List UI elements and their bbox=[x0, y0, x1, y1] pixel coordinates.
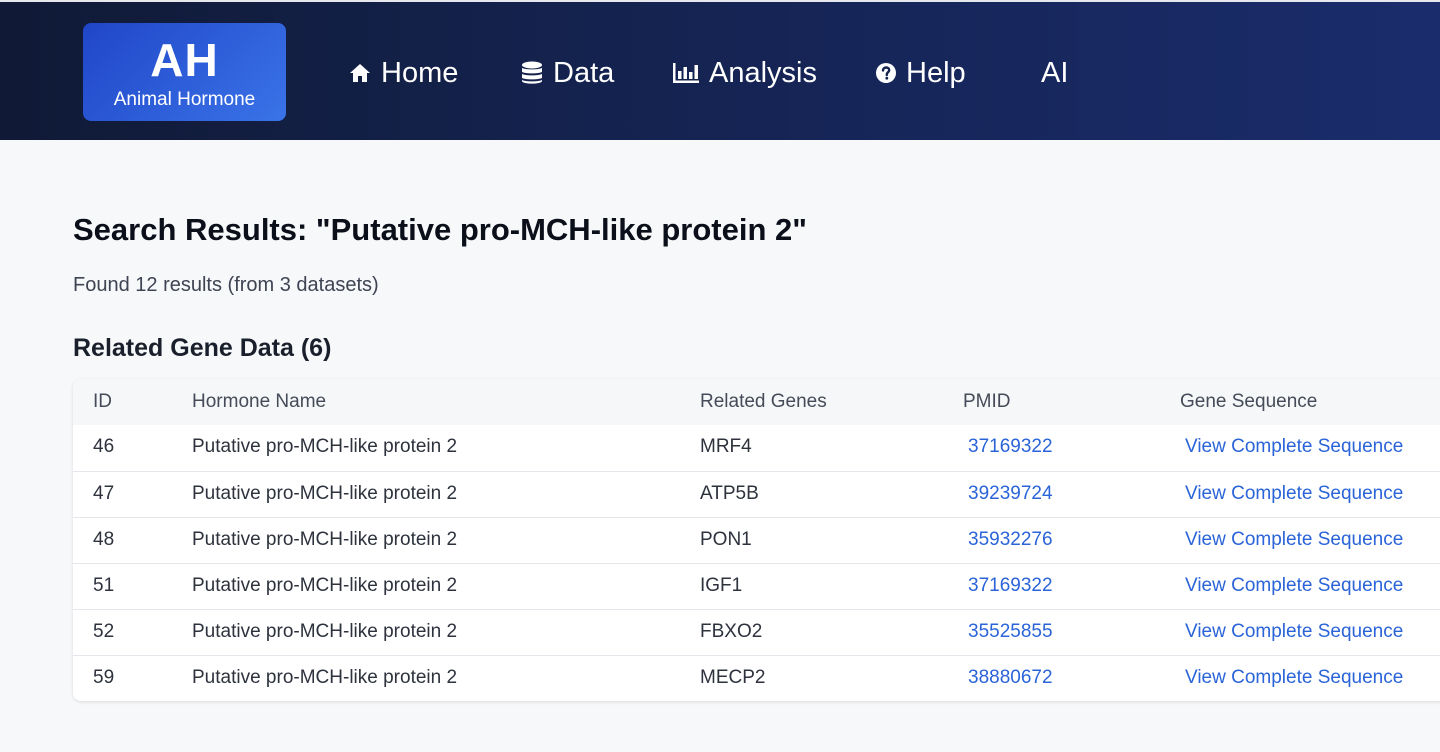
cell-related-genes: MECP2 bbox=[700, 667, 766, 688]
cell-hormone-name: Putative pro-MCH-like protein 2 bbox=[192, 621, 458, 642]
section-title: Related Gene Data (6) bbox=[73, 334, 332, 362]
nav-analysis-label: Analysis bbox=[709, 56, 817, 89]
cell-related-genes: IGF1 bbox=[700, 575, 743, 596]
cell-id: 51 bbox=[93, 575, 115, 596]
cell-hormone-name: Putative pro-MCH-like protein 2 bbox=[192, 483, 458, 504]
nav-help[interactable]: Help bbox=[876, 52, 966, 94]
column-header-gene-sequence: Gene Sequence bbox=[1180, 391, 1318, 412]
nav-ai[interactable]: AI bbox=[1041, 52, 1068, 94]
cell-id: 48 bbox=[93, 529, 115, 550]
view-sequence-link[interactable]: View Complete Sequence bbox=[1185, 435, 1403, 459]
table-header: ID Hormone Name Related Genes PMID Gene … bbox=[73, 379, 1440, 425]
column-header-pmid: PMID bbox=[963, 391, 1011, 412]
pmid-link[interactable]: 37169322 bbox=[968, 435, 1053, 459]
view-sequence-link[interactable]: View Complete Sequence bbox=[1185, 574, 1403, 598]
cell-id: 52 bbox=[93, 621, 115, 642]
table-row: 51 Putative pro-MCH-like protein 2 IGF1 … bbox=[73, 563, 1440, 609]
brand-subtitle: Animal Hormone bbox=[113, 89, 256, 110]
cell-related-genes: FBXO2 bbox=[700, 621, 763, 642]
column-header-id: ID bbox=[93, 391, 112, 412]
bar-chart-icon bbox=[673, 63, 699, 83]
pmid-link[interactable]: 35932276 bbox=[968, 528, 1053, 552]
question-circle-icon bbox=[876, 63, 896, 83]
column-header-hormone-name: Hormone Name bbox=[192, 391, 327, 412]
view-sequence-link[interactable]: View Complete Sequence bbox=[1185, 666, 1403, 690]
page-title: Search Results: "Putative pro-MCH-like p… bbox=[73, 212, 807, 247]
result-summary: Found 12 results (from 3 datasets) bbox=[73, 274, 379, 296]
cell-related-genes: MRF4 bbox=[700, 436, 752, 457]
table-row: 47 Putative pro-MCH-like protein 2 ATP5B… bbox=[73, 471, 1440, 517]
nav-data[interactable]: Data bbox=[521, 52, 614, 94]
pmid-link[interactable]: 37169322 bbox=[968, 574, 1053, 598]
table-row: 52 Putative pro-MCH-like protein 2 FBXO2… bbox=[73, 609, 1440, 655]
column-header-related-genes: Related Genes bbox=[700, 391, 827, 412]
view-sequence-link[interactable]: View Complete Sequence bbox=[1185, 620, 1403, 644]
nav-home-label: Home bbox=[381, 56, 459, 89]
pmid-link[interactable]: 35525855 bbox=[968, 620, 1053, 644]
cell-related-genes: ATP5B bbox=[700, 483, 759, 504]
nav-home[interactable]: Home bbox=[349, 52, 458, 94]
nav-ai-label: AI bbox=[1041, 56, 1069, 89]
nav-analysis[interactable]: Analysis bbox=[673, 52, 817, 94]
top-navbar: AH Animal Hormone Home Data Analysis Hel… bbox=[0, 0, 1440, 140]
nav-data-label: Data bbox=[553, 56, 615, 89]
brand-mark: AH bbox=[150, 34, 219, 86]
table-row: 59 Putative pro-MCH-like protein 2 MECP2… bbox=[73, 655, 1440, 701]
home-icon bbox=[349, 63, 371, 83]
gene-data-table: ID Hormone Name Related Genes PMID Gene … bbox=[73, 379, 1440, 701]
table-row: 46 Putative pro-MCH-like protein 2 MRF4 … bbox=[73, 425, 1440, 471]
cell-related-genes: PON1 bbox=[700, 529, 752, 550]
nav-help-label: Help bbox=[906, 56, 966, 89]
cell-hormone-name: Putative pro-MCH-like protein 2 bbox=[192, 529, 458, 550]
view-sequence-link[interactable]: View Complete Sequence bbox=[1185, 528, 1403, 552]
pmid-link[interactable]: 39239724 bbox=[968, 482, 1053, 506]
cell-hormone-name: Putative pro-MCH-like protein 2 bbox=[192, 575, 458, 596]
table-row: 48 Putative pro-MCH-like protein 2 PON1 … bbox=[73, 517, 1440, 563]
pmid-link[interactable]: 38880672 bbox=[968, 666, 1053, 690]
cell-id: 46 bbox=[93, 436, 115, 457]
cell-hormone-name: Putative pro-MCH-like protein 2 bbox=[192, 667, 458, 688]
database-icon bbox=[521, 61, 543, 85]
cell-hormone-name: Putative pro-MCH-like protein 2 bbox=[192, 436, 458, 457]
brand-logo[interactable]: AH Animal Hormone bbox=[83, 23, 286, 121]
cell-id: 47 bbox=[93, 483, 115, 504]
cell-id: 59 bbox=[93, 667, 115, 688]
view-sequence-link[interactable]: View Complete Sequence bbox=[1185, 482, 1403, 506]
table-body: 46 Putative pro-MCH-like protein 2 MRF4 … bbox=[73, 425, 1440, 701]
